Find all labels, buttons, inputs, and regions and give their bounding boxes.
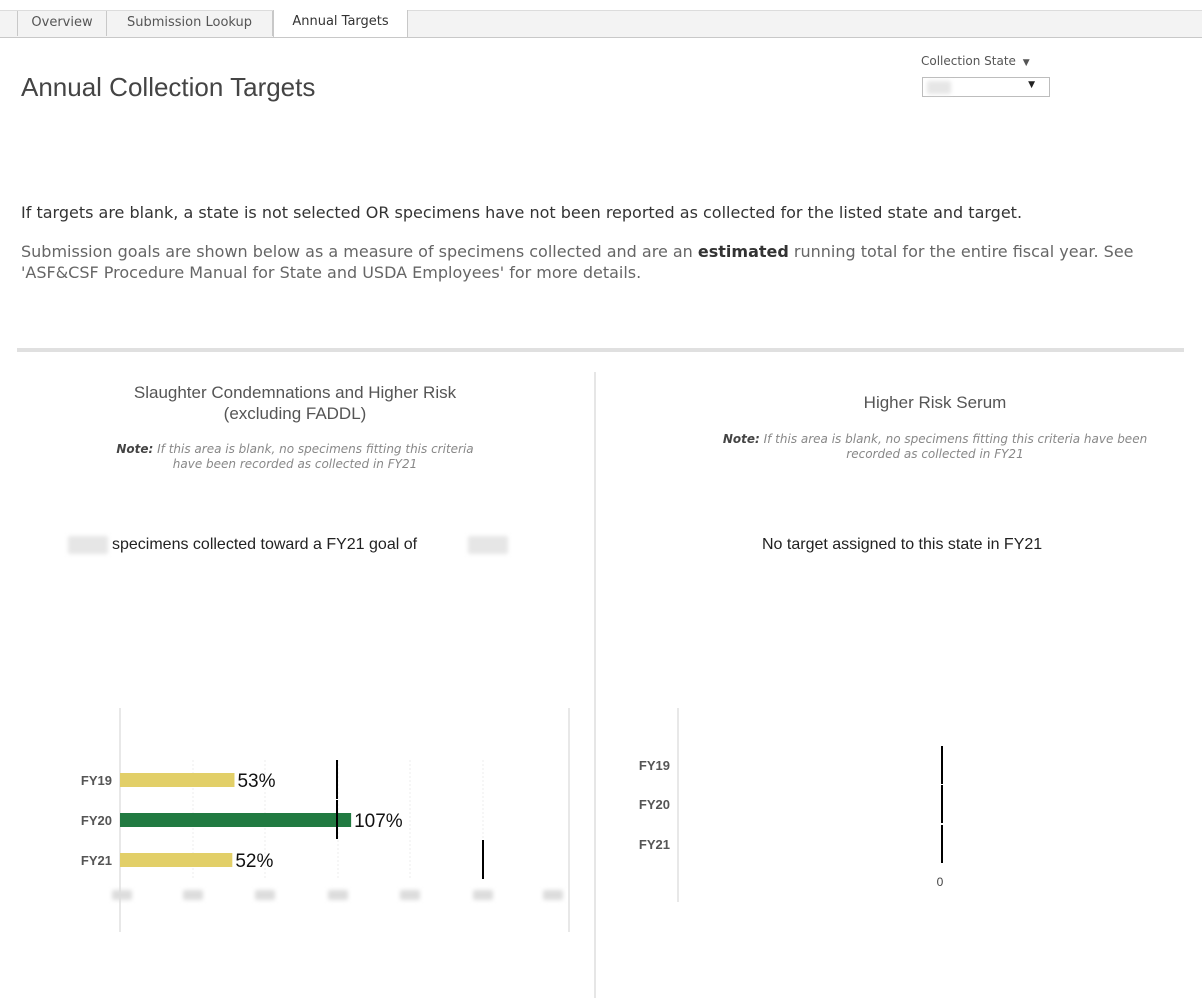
redacted-x-tick-label [400,890,420,900]
category-label-fy20: FY20 [639,797,670,812]
redacted-x-tick-label [112,890,132,900]
bar-fy21 [120,853,233,867]
category-label-fy21: FY21 [81,853,112,868]
redacted-x-tick-label [255,890,275,900]
charts-canvas: FY19 53% FY20 107% FY21 52% FY19 FY20 FY21 0 [81,708,944,932]
data-label-fy21: 52% [235,851,273,872]
bar-fy20 [120,813,352,827]
category-label-fy19: FY19 [639,758,670,773]
redacted-x-tick-label [328,890,348,900]
category-label-fy19: FY19 [81,773,112,788]
right-progress-chart: FY19 FY20 FY21 0 [639,708,944,902]
category-label-fy20: FY20 [81,813,112,828]
redacted-x-tick-label [473,890,493,900]
x-tick-label: 0 [937,875,944,889]
data-label-fy19: 53% [237,771,275,792]
bar-fy19 [120,773,235,787]
redacted-x-tick-label [543,890,563,900]
category-label-fy21: FY21 [639,837,670,852]
left-progress-chart: FY19 53% FY20 107% FY21 52% [81,708,570,932]
data-label-fy20: 107% [354,811,403,832]
redacted-x-tick-label [183,890,203,900]
